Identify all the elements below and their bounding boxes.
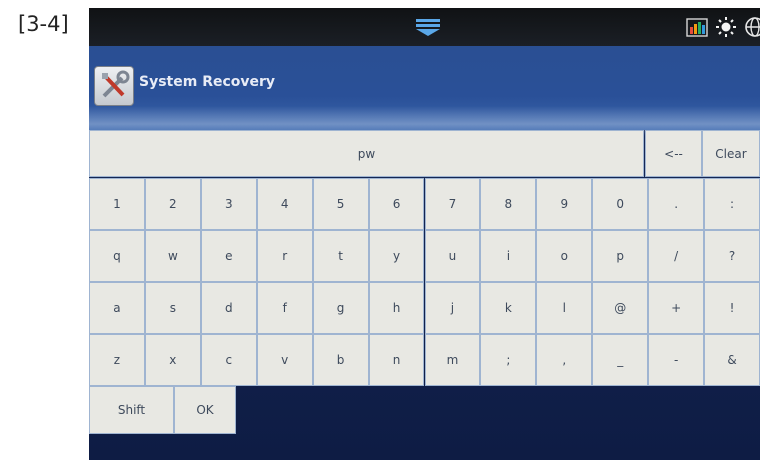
key[interactable]: 1 [89, 178, 145, 230]
device-screen: System Recovery pw <-- Clear 1234567890.… [89, 8, 760, 460]
ok-key[interactable]: OK [174, 386, 236, 434]
clear-key[interactable]: Clear [702, 130, 760, 177]
key[interactable]: a [89, 282, 145, 334]
key[interactable]: h [368, 282, 425, 334]
key[interactable]: + [648, 282, 705, 334]
key[interactable]: t [312, 230, 369, 282]
app-title: System Recovery [139, 74, 276, 90]
key[interactable]: x [144, 334, 201, 386]
shift-key[interactable]: Shift [89, 386, 174, 434]
key[interactable]: 9 [536, 178, 593, 230]
key[interactable]: 5 [312, 178, 369, 230]
key[interactable]: & [704, 334, 760, 386]
key[interactable]: e [200, 230, 257, 282]
key[interactable]: j [424, 282, 481, 334]
key[interactable]: _ [592, 334, 649, 386]
key[interactable]: w [144, 230, 201, 282]
pull-down-tab-icon[interactable] [415, 18, 441, 36]
bar-chart-icon[interactable] [686, 17, 708, 37]
key[interactable]: n [368, 334, 425, 386]
password-input[interactable]: pw [89, 130, 644, 177]
globe-icon[interactable] [744, 16, 760, 38]
key[interactable]: ? [704, 230, 760, 282]
key[interactable]: l [536, 282, 593, 334]
key[interactable]: y [368, 230, 425, 282]
key[interactable]: p [592, 230, 649, 282]
backspace-key[interactable]: <-- [645, 130, 702, 177]
key[interactable]: s [144, 282, 201, 334]
key[interactable]: 0 [592, 178, 649, 230]
key[interactable]: u [424, 230, 481, 282]
key[interactable]: k [480, 282, 537, 334]
key[interactable]: o [536, 230, 593, 282]
key[interactable]: b [312, 334, 369, 386]
key[interactable]: d [200, 282, 257, 334]
figure-label: [3-4] [18, 12, 69, 36]
key[interactable]: ! [704, 282, 760, 334]
key[interactable]: ; [480, 334, 537, 386]
key[interactable]: 4 [256, 178, 313, 230]
key[interactable]: 2 [144, 178, 201, 230]
key[interactable]: 7 [424, 178, 481, 230]
key[interactable]: m [424, 334, 481, 386]
key[interactable]: q [89, 230, 145, 282]
key[interactable]: i [480, 230, 537, 282]
key[interactable]: 6 [368, 178, 425, 230]
key[interactable]: 8 [480, 178, 537, 230]
status-bar [89, 8, 760, 46]
brightness-icon[interactable] [715, 16, 737, 38]
key[interactable]: c [200, 334, 257, 386]
key[interactable]: v [256, 334, 313, 386]
tools-icon [94, 66, 134, 106]
key[interactable]: 3 [200, 178, 257, 230]
key[interactable]: @ [592, 282, 649, 334]
key[interactable]: / [648, 230, 705, 282]
key[interactable]: , [536, 334, 593, 386]
key[interactable]: : [704, 178, 760, 230]
key[interactable]: - [648, 334, 705, 386]
key[interactable]: . [648, 178, 705, 230]
key[interactable]: g [312, 282, 369, 334]
key[interactable]: f [256, 282, 313, 334]
key[interactable]: r [256, 230, 313, 282]
key[interactable]: z [89, 334, 145, 386]
